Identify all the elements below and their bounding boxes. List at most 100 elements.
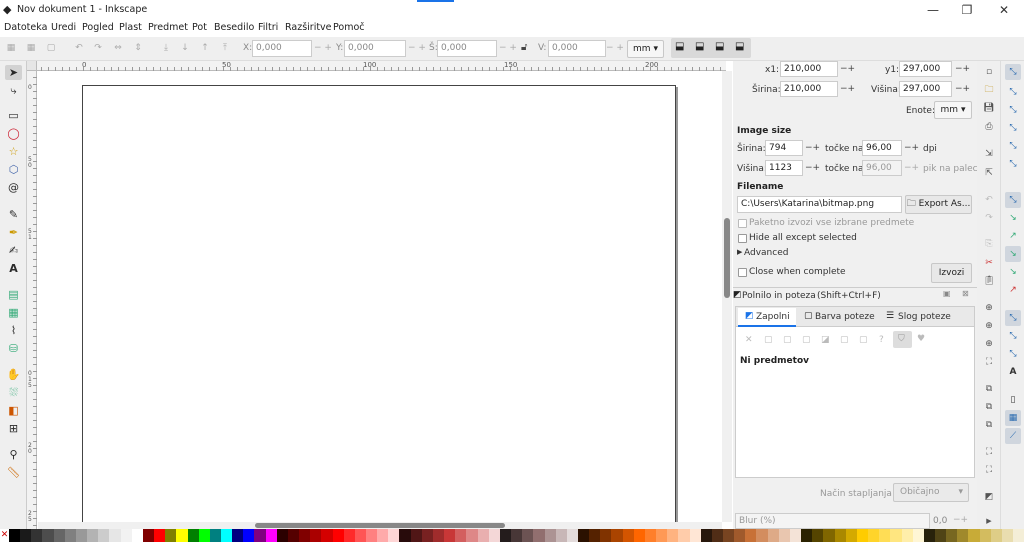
palette-swatch[interactable]	[366, 529, 378, 542]
3d-box-tool-icon[interactable]: ⬡	[5, 162, 22, 177]
dpi-input[interactable]: 96,00	[862, 140, 902, 156]
flip-vertical-icon[interactable]: ⇕	[133, 44, 143, 53]
horizontal-scrollbar-thumb[interactable]	[255, 523, 505, 528]
zoom-drawing-icon[interactable]: ⊕	[982, 319, 996, 333]
palette-swatch[interactable]	[611, 529, 623, 542]
palette-swatch[interactable]	[689, 529, 701, 542]
rotate-ccw-icon[interactable]: ↶	[74, 44, 84, 53]
export-width-stepper[interactable]: −+	[840, 84, 855, 94]
palette-swatch[interactable]	[912, 529, 924, 542]
snap-toggle-icon[interactable]: ⤡	[1005, 64, 1021, 80]
snap-midpoint-icon[interactable]: ↗	[1005, 282, 1021, 298]
palette-swatch[interactable]	[789, 529, 802, 542]
close-when-complete-checkbox[interactable]	[738, 268, 747, 277]
new-document-icon[interactable]: ▫	[982, 65, 996, 79]
deselect-icon[interactable]: ▢	[46, 44, 56, 53]
palette-swatch[interactable]	[466, 529, 478, 542]
palette-swatch[interactable]	[254, 529, 266, 542]
palette-swatch[interactable]	[990, 529, 1002, 542]
print-icon[interactable]: ⎙	[982, 120, 996, 134]
x-stepper[interactable]: − +	[312, 40, 334, 57]
snap-bbox-center-icon[interactable]: ⤡	[1005, 156, 1021, 172]
save-icon[interactable]: 💾︎	[982, 101, 996, 115]
ellipse-tool-icon[interactable]: ◯	[5, 126, 22, 141]
palette-swatch[interactable]	[499, 529, 512, 542]
duplicate-icon[interactable]: ⧉	[982, 382, 996, 396]
palette-swatch[interactable]	[410, 529, 422, 542]
export-as-button[interactable]: 🗀︎ Export As...	[905, 195, 972, 214]
palette-swatch[interactable]	[343, 529, 355, 542]
snap-center-icon[interactable]: ⤡	[1005, 328, 1021, 344]
palette-swatch[interactable]	[511, 529, 523, 542]
palette-swatch[interactable]	[377, 529, 389, 542]
palette-swatch[interactable]	[934, 529, 947, 542]
y1-input[interactable]: 297,000	[899, 61, 952, 77]
selector-tool-icon[interactable]: ➤	[5, 65, 22, 80]
vertical-scrollbar-thumb[interactable]	[724, 218, 730, 298]
palette-swatch[interactable]	[64, 529, 76, 542]
snap-guide-icon[interactable]: ⟋	[1005, 428, 1021, 444]
zoom-page-icon[interactable]: ⊕	[982, 337, 996, 351]
lower-icon[interactable]: ↓	[180, 44, 190, 53]
tab-stroke-paint[interactable]: Barva poteze	[815, 312, 875, 322]
palette-swatch[interactable]	[75, 529, 88, 542]
tweak-tool-icon[interactable]: ✋	[5, 367, 22, 382]
palette-swatch[interactable]	[734, 529, 746, 542]
rotate-cw-icon[interactable]: ↷	[93, 44, 103, 53]
palette-swatch[interactable]	[310, 529, 322, 542]
palette-swatch[interactable]	[711, 529, 723, 542]
menu-edit[interactable]: Uredi	[51, 22, 76, 33]
snap-text-baseline-icon[interactable]: A	[1005, 364, 1021, 380]
palette-swatch[interactable]	[946, 529, 958, 542]
palette-swatch[interactable]	[890, 529, 902, 542]
palette-swatch[interactable]	[700, 529, 712, 542]
palette-swatch[interactable]	[265, 529, 277, 542]
snap-bbox-edge-icon[interactable]: ⤡	[1005, 102, 1021, 118]
select-all-icon[interactable]: ▦	[6, 44, 16, 53]
palette-swatch[interactable]	[555, 529, 567, 542]
menu-file[interactable]: Datoteka	[4, 22, 47, 33]
scale-corners-icon[interactable]: ⬓	[695, 41, 704, 52]
palette-swatch[interactable]	[879, 529, 891, 542]
img-width-input[interactable]: 794	[765, 140, 803, 156]
palette-swatch[interactable]	[455, 529, 467, 542]
pattern-icon[interactable]: ▢	[840, 335, 849, 345]
palette-swatch[interactable]	[856, 529, 869, 542]
rectangle-tool-icon[interactable]: ▭	[5, 108, 22, 123]
palette-swatch[interactable]	[243, 529, 255, 542]
connector-tool-icon[interactable]: ⊞	[5, 421, 22, 436]
palette-swatch[interactable]	[432, 529, 445, 542]
menu-filters[interactable]: Filtri	[258, 22, 278, 33]
palette-swatch[interactable]	[354, 529, 366, 542]
palette-swatch[interactable]	[756, 529, 768, 542]
mesh-tool-icon[interactable]: ▦	[5, 305, 22, 320]
palette-swatch[interactable]	[923, 529, 935, 542]
palette-swatch[interactable]	[42, 529, 54, 542]
unset-paint-icon[interactable]: ?	[879, 335, 884, 345]
palette-swatch[interactable]	[209, 529, 221, 542]
radial-gradient-icon[interactable]: ▢	[802, 335, 811, 345]
flip-horizontal-icon[interactable]: ⇔	[113, 44, 123, 53]
palette-swatch[interactable]	[187, 529, 199, 542]
palette-swatch[interactable]	[767, 529, 779, 542]
spray-tool-icon[interactable]: ⛆	[5, 385, 22, 400]
img-width-stepper[interactable]: −+	[805, 143, 820, 153]
palette-swatch[interactable]	[1013, 529, 1024, 542]
group-icon[interactable]: ⛶	[982, 445, 996, 459]
scale-stroke-icon[interactable]: ⬓	[675, 41, 684, 52]
paint-bucket-tool-icon[interactable]: ⛁	[5, 341, 22, 356]
y1-stepper[interactable]: −+	[955, 64, 970, 74]
palette-swatch[interactable]	[176, 529, 188, 542]
palette-swatch[interactable]	[131, 529, 143, 542]
lower-bottom-icon[interactable]: ⤓	[161, 44, 171, 53]
fill-rule-nonzero-icon[interactable]: ♥	[917, 334, 925, 344]
snap-rotation-center-icon[interactable]: ⤡	[1005, 346, 1021, 362]
palette-swatch[interactable]	[109, 529, 121, 542]
palette-swatch[interactable]	[142, 529, 155, 542]
import-icon[interactable]: ⇲	[982, 147, 996, 161]
palette-swatch[interactable]	[388, 529, 400, 542]
palette-swatch[interactable]	[678, 529, 690, 542]
palette-swatch[interactable]	[31, 529, 43, 542]
palette-swatch[interactable]	[120, 529, 132, 542]
expander-arrow-icon[interactable]: ▶	[737, 248, 742, 256]
